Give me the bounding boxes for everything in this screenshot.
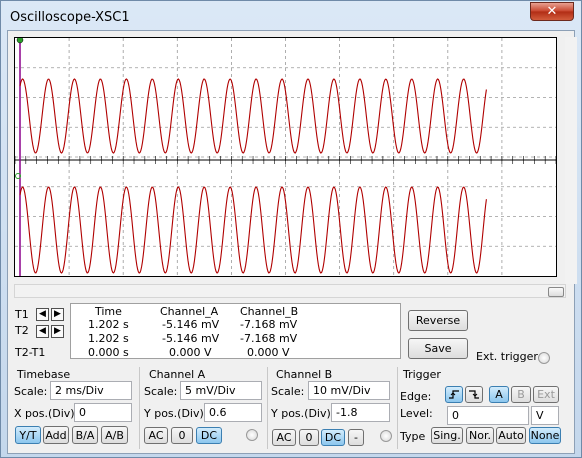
divider (267, 367, 268, 449)
t2-right-button[interactable]: ▶ (51, 325, 64, 338)
title-bar[interactable]: Oscilloscope-XSC1 ✕ (1, 1, 581, 31)
trigger-single-button[interactable]: Sing. (431, 427, 463, 444)
channel-b-invert-button[interactable]: - (348, 429, 364, 446)
trigger-auto-button[interactable]: Auto (496, 427, 526, 444)
t1-channel-b: -7.168 mV (240, 318, 298, 331)
horizontal-scrollbar[interactable] (14, 284, 566, 298)
yt-button[interactable]: Y/T (15, 426, 41, 444)
channel-b-ypos-label: Y pos.(Div): (271, 407, 335, 420)
save-button[interactable]: Save (408, 338, 468, 359)
t1-channel-a: -5.146 mV (162, 318, 220, 331)
waveform-display (14, 36, 557, 276)
arrow-left-icon: ◀ (39, 326, 46, 336)
add-button[interactable]: Add (43, 426, 69, 444)
close-icon: ✕ (546, 4, 558, 19)
rising-edge-button[interactable] (445, 386, 463, 403)
timebase-xpos-field[interactable]: 0 (74, 403, 132, 422)
window-title: Oscilloscope-XSC1 (10, 10, 130, 25)
arrow-left-icon: ◀ (39, 309, 46, 319)
cursor-controls: T1 ◀ ▶ T2 ◀ ▶ T2-T1 (14, 304, 68, 359)
t1-label: T1 (15, 308, 29, 321)
col-header-channel-b: Channel_B (240, 305, 299, 318)
trigger-source-a-button[interactable]: A (489, 386, 509, 403)
ba-button[interactable]: B/A (72, 426, 98, 444)
channel-a-ypos-label: Y pos.(Div): (144, 407, 208, 420)
trigger-source-b-button[interactable]: B (511, 386, 531, 403)
trigger-level-unit[interactable]: V (531, 406, 559, 425)
trigger-type-label: Type (400, 430, 426, 443)
delta-time: 0.000 s (88, 346, 129, 359)
channel-a-ac-button[interactable]: AC (144, 427, 168, 444)
channel-b-title: Channel B (276, 368, 333, 381)
reverse-button[interactable]: Reverse (408, 310, 468, 331)
channel-b-scale-field[interactable]: 10 mV/Div (308, 381, 390, 400)
arrow-right-icon: ▶ (54, 309, 61, 319)
arrow-right-icon: ▶ (54, 326, 61, 336)
t1-time: 1.202 s (88, 318, 129, 331)
falling-edge-icon (469, 390, 479, 399)
oscilloscope-window: Oscilloscope-XSC1 ✕ T1 ◀ ▶ T2 ◀ ▶ T2-T1 … (0, 0, 582, 458)
falling-edge-button[interactable] (465, 386, 483, 403)
t2-label: T2 (15, 324, 29, 337)
t2-left-button[interactable]: ◀ (36, 325, 49, 338)
trigger-none-button[interactable]: None (529, 427, 561, 444)
channel-a-indicator[interactable] (246, 429, 258, 441)
channel-b-ypos-field[interactable]: -1.8 (331, 403, 390, 422)
scope-screen[interactable] (14, 36, 557, 277)
timebase-title: Timebase (17, 368, 71, 381)
rising-edge-icon (449, 390, 459, 399)
col-header-channel-a: Channel_A (160, 305, 219, 318)
vertical-scrollbar[interactable] (565, 37, 577, 284)
t1-right-button[interactable]: ▶ (51, 308, 64, 321)
trigger-level-label: Level: (400, 407, 433, 420)
t1-left-button[interactable]: ◀ (36, 308, 49, 321)
channel-a-scale-label: Scale: (144, 385, 178, 398)
trigger-edge-label: Edge: (400, 390, 432, 403)
cursor-marker (16, 36, 24, 44)
trigger-title: Trigger (403, 368, 441, 381)
channel-a-zero-button[interactable]: 0 (171, 427, 193, 444)
divider (397, 367, 398, 449)
channel-b-zero-button[interactable]: 0 (299, 429, 319, 446)
t2-channel-a: -5.146 mV (162, 332, 220, 345)
scrollbar-thumb[interactable] (548, 287, 564, 297)
trigger-level-field[interactable]: 0 (447, 406, 529, 425)
channel-b-dc-button[interactable]: DC (321, 429, 345, 446)
channel-a-ypos-field[interactable]: 0.6 (204, 403, 262, 422)
timebase-scale-label: Scale: (14, 385, 48, 398)
t2-time: 1.202 s (88, 332, 129, 345)
channel-b-trace (19, 186, 487, 274)
t2-channel-b: -7.168 mV (240, 332, 298, 345)
ext-trigger-label: Ext. trigger (476, 350, 538, 363)
measurement-table: Time Channel_A Channel_B 1.202 s -5.146 … (70, 303, 401, 359)
delta-channel-a: 0.000 V (169, 346, 212, 359)
trigger-source-ext-button[interactable]: Ext (533, 386, 559, 403)
col-header-time: Time (95, 305, 122, 318)
channel-a-dc-button[interactable]: DC (196, 427, 222, 444)
channel-a-title: Channel A (149, 368, 206, 381)
ext-trigger-indicator[interactable] (538, 352, 550, 364)
timebase-scale-field[interactable]: 2 ms/Div (50, 381, 132, 400)
trigger-normal-button[interactable]: Nor. (466, 427, 494, 444)
delta-channel-b: 0.000 V (247, 346, 290, 359)
t2-t1-label: T2-T1 (15, 346, 46, 359)
ab-button[interactable]: A/B (101, 426, 128, 444)
channel-a-scale-field[interactable]: 5 mV/Div (180, 381, 262, 400)
channel-b-indicator[interactable] (380, 430, 392, 442)
divider (139, 367, 140, 449)
channel-a-trace (19, 78, 487, 154)
channel-b-ac-button[interactable]: AC (272, 429, 296, 446)
timebase-xpos-label: X pos.(Div): (14, 407, 79, 420)
channel-b-scale-label: Scale: (271, 385, 305, 398)
close-button[interactable]: ✕ (530, 2, 574, 21)
